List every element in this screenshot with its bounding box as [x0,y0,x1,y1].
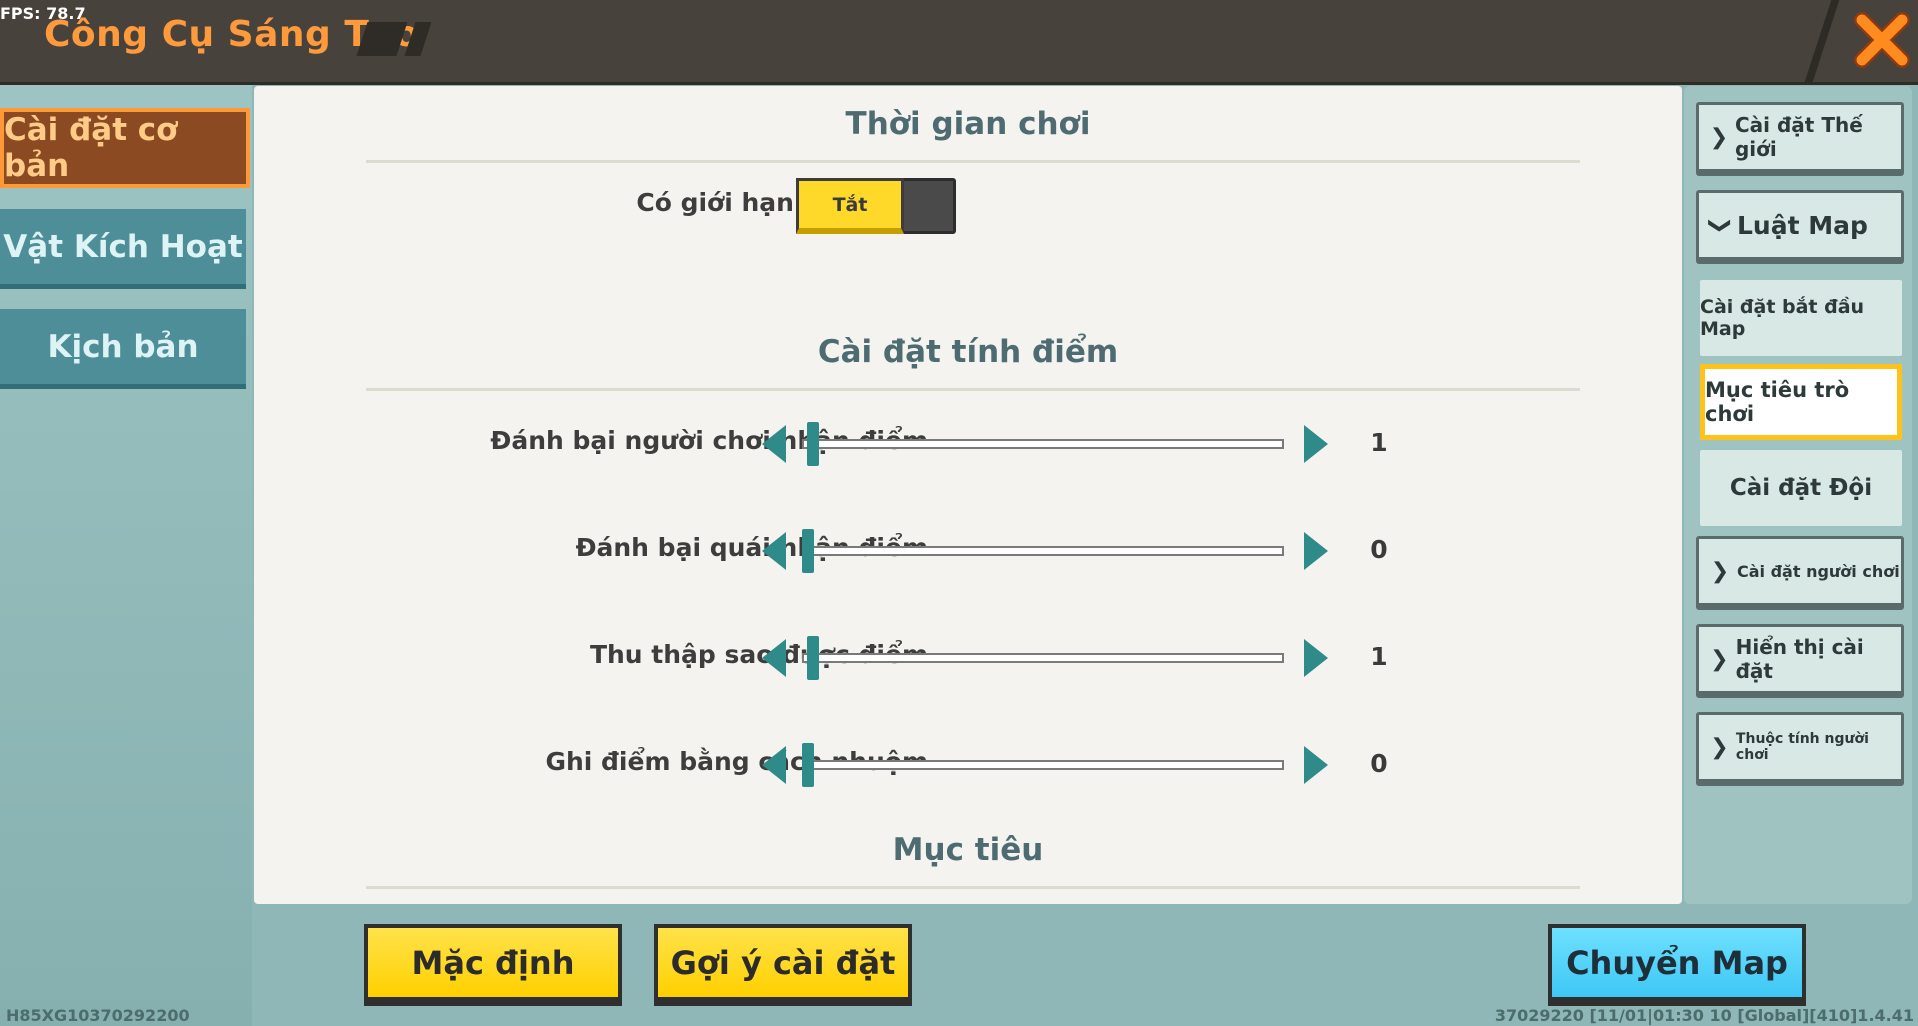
submenu-team-settings[interactable]: Cài đặt Đội [1700,450,1902,526]
slider-value: 1 [1370,642,1388,671]
slider-value: 0 [1370,749,1388,778]
decrease-arrow-icon[interactable] [762,639,786,677]
tab-basic-settings[interactable]: Cài đặt cơ bản [0,108,250,188]
title-bar: FPS: 78.7 Công Cụ Sáng Tạo [0,0,1918,85]
chevron-right-icon: ❯ [1710,734,1729,760]
slider-thumb[interactable] [802,529,814,573]
increase-arrow-icon[interactable] [1304,746,1328,784]
menu-label: Luật Map [1737,210,1868,240]
menu-display-settings[interactable]: ❯ Hiển thị cài đặt [1696,624,1904,698]
toggle-knob: Tắt [796,178,904,234]
slider-value: 0 [1370,535,1388,564]
chevron-down-icon: ❯ [1707,215,1733,235]
slider-value: 1 [1370,428,1388,457]
tab-scripts[interactable]: Kịch bản [0,309,246,389]
device-id: H85XG10370292200 [6,1006,190,1025]
slider-track[interactable] [802,653,1284,663]
menu-label: Hiển thị cài đặt [1735,635,1864,683]
close-icon [1854,12,1910,68]
menu-player-attributes[interactable]: ❯ Thuộc tính người chơi [1696,712,1904,786]
decrease-arrow-icon[interactable] [762,425,786,463]
divider [366,388,1580,391]
close-button[interactable] [1852,8,1912,72]
chevron-right-icon: ❯ [1710,558,1730,584]
slider-defeat-player [762,422,1332,466]
slider-track[interactable] [802,439,1284,449]
decrease-arrow-icon[interactable] [762,746,786,784]
section-title-scoring: Cài đặt tính điểm [817,334,1119,370]
time-limit-toggle[interactable]: Tắt [796,178,956,234]
chevron-right-icon: ❯ [1710,646,1729,672]
menu-player-settings[interactable]: ❯ Cài đặt người chơi [1696,536,1904,610]
default-button[interactable]: Mặc định [364,924,622,1006]
slider-collect-stars [762,636,1332,680]
switch-map-button[interactable]: Chuyển Map [1548,924,1806,1006]
section-title-goal: Mục tiêu [892,832,1044,868]
slider-thumb[interactable] [807,422,819,466]
slider-thumb[interactable] [807,636,819,680]
suggest-settings-button[interactable]: Gợi ý cài đặt [654,924,912,1006]
increase-arrow-icon[interactable] [1304,532,1328,570]
divider [366,160,1580,163]
tab-triggers[interactable]: Vật Kích Hoạt [0,209,246,289]
increase-arrow-icon[interactable] [1304,639,1328,677]
header-divider [1804,0,1840,82]
version-info: 37029220 [11/01|01:30 10 [Global][410]1.… [1494,1006,1914,1025]
submenu-game-goal[interactable]: Mục tiêu trò chơi [1700,364,1902,440]
slider-thumb[interactable] [802,743,814,787]
slider-defeat-monster [762,529,1332,573]
menu-label: Cài đặt Thế giới [1734,113,1863,161]
right-settings-menu: ❯ Cài đặt Thế giới ❯ Luật Map Cài đặt bắ… [1684,86,1912,904]
menu-label: Thuộc tính người chơi [1735,731,1869,763]
settings-panel: Thời gian chơi Có giới hạn thời gian Tắt… [254,86,1682,904]
divider [366,886,1580,889]
left-sidebar: Cài đặt cơ bản Vật Kích Hoạt Kịch bản [0,85,252,1026]
menu-map-rules[interactable]: ❯ Luật Map [1696,190,1904,264]
chevron-right-icon: ❯ [1709,124,1729,150]
decrease-arrow-icon[interactable] [762,532,786,570]
menu-world-settings[interactable]: ❯ Cài đặt Thế giới [1696,102,1904,176]
slider-track[interactable] [802,760,1284,770]
section-title-play-time: Thời gian chơi [845,106,1091,142]
menu-label: Cài đặt người chơi [1737,561,1900,581]
submenu-map-start[interactable]: Cài đặt bắt đầu Map [1700,280,1902,356]
increase-arrow-icon[interactable] [1304,425,1328,463]
slider-dye-score [762,743,1332,787]
slider-track[interactable] [802,546,1284,556]
